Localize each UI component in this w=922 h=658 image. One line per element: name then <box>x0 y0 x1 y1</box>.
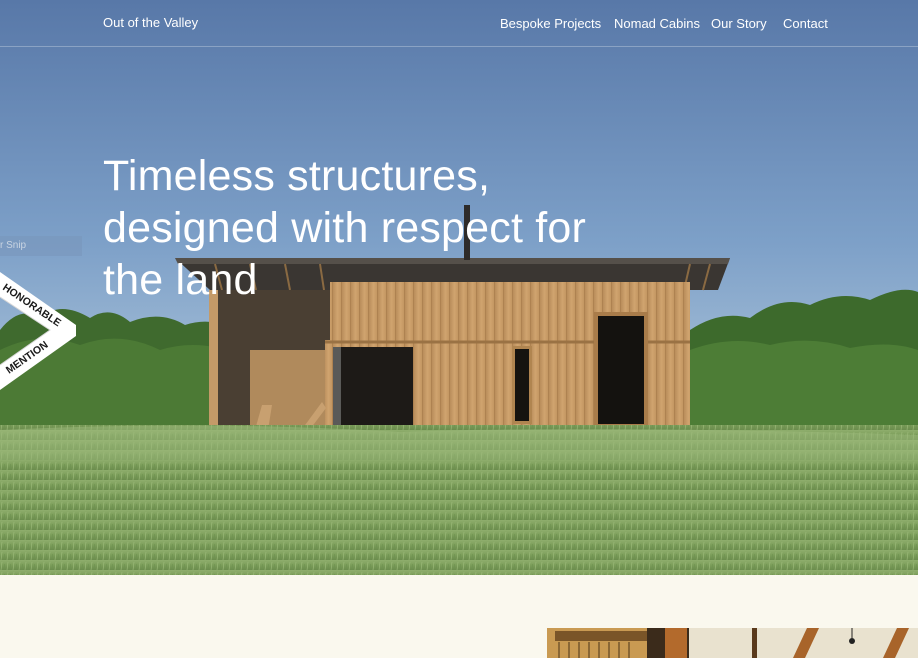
nav-nomad-cabins[interactable]: Nomad Cabins <box>614 16 700 31</box>
right-edge <box>918 0 922 658</box>
honorable-mention-badge[interactable]: HONORABLE MENTION <box>0 270 80 390</box>
award-ribbon-icon: HONORABLE MENTION <box>0 272 76 390</box>
top-navigation: Out of the Valley Bespoke Projects Nomad… <box>0 0 922 47</box>
nav-contact[interactable]: Contact <box>783 16 828 31</box>
nav-bespoke-projects[interactable]: Bespoke Projects <box>500 16 601 31</box>
nav-our-story[interactable]: Our Story <box>711 16 767 31</box>
hero-section: Out of the Valley Bespoke Projects Nomad… <box>0 0 922 575</box>
interior-photo <box>547 628 918 658</box>
hero-headline: Timeless structures, designed with respe… <box>103 152 587 304</box>
snip-tab[interactable]: r Snip <box>0 236 82 256</box>
badge-line-1: HONORABLE <box>0 282 63 330</box>
interior-image <box>547 628 918 658</box>
brand-logo-link[interactable]: Out of the Valley <box>103 15 198 30</box>
